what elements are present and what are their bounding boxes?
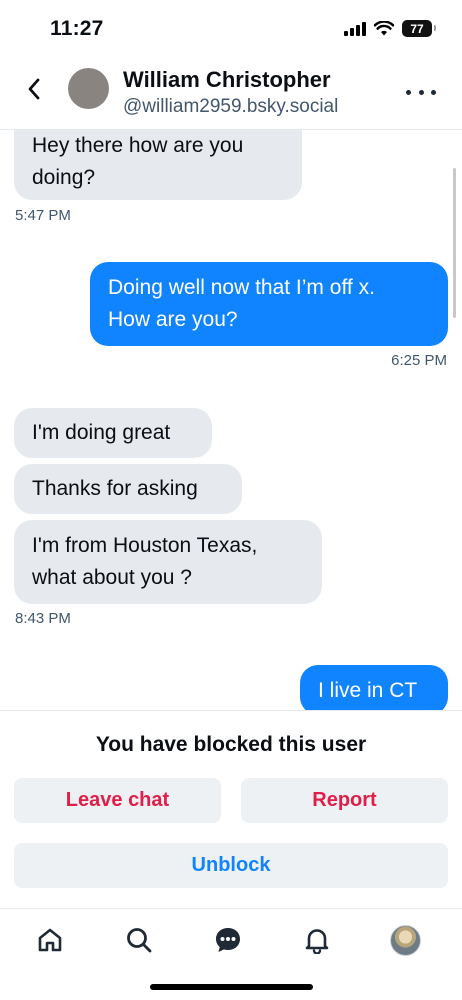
battery-icon: 77	[402, 20, 436, 37]
message-text-line: Doing well now that I’m off x.	[108, 276, 375, 299]
more-options-button[interactable]	[406, 82, 436, 102]
message-text-line: Hey there how are you	[32, 134, 244, 157]
status-bar: 11:27 77	[0, 0, 462, 58]
incoming-message[interactable]: Hey there how are you doing?	[14, 130, 302, 200]
incoming-message[interactable]: I'm from Houston Texas, what about you ?	[14, 520, 322, 604]
contact-handle[interactable]: @william2959.bsky.social	[123, 96, 338, 118]
wifi-icon	[374, 21, 394, 36]
avatar[interactable]	[68, 68, 109, 109]
status-time: 11:27	[50, 17, 104, 40]
incoming-message[interactable]: I'm doing great	[14, 408, 212, 458]
tab-search[interactable]	[122, 923, 156, 957]
message-text-line: I live in CT	[318, 679, 418, 702]
contact-name[interactable]: William Christopher	[123, 67, 331, 93]
message-list[interactable]: Hey there how are you doing? 5:47 PM Doi…	[0, 130, 462, 710]
back-button[interactable]	[22, 74, 46, 104]
bell-icon	[305, 929, 329, 954]
blocked-panel: You have blocked this user Leave chat Re…	[0, 710, 462, 908]
ellipsis-icon	[406, 89, 411, 95]
message-text-line: I'm from Houston Texas,	[32, 534, 258, 557]
search-icon	[127, 928, 152, 953]
message-timestamp: 5:47 PM	[15, 207, 71, 224]
outgoing-message[interactable]: Doing well now that I’m off x. How are y…	[90, 262, 448, 346]
chat-icon	[216, 928, 240, 952]
message-text-line: I'm doing great	[32, 421, 171, 444]
message-text-line: doing?	[32, 166, 96, 189]
status-icons: 77	[344, 20, 436, 37]
home-icon	[38, 928, 62, 952]
report-button[interactable]: Report	[241, 778, 448, 823]
tab-profile[interactable]	[388, 923, 422, 957]
home-indicator[interactable]	[150, 984, 313, 990]
tab-chat[interactable]	[211, 923, 245, 957]
chevron-left-icon	[28, 78, 40, 100]
unblock-button[interactable]: Unblock	[14, 843, 448, 888]
incoming-message[interactable]: Thanks for asking	[14, 464, 242, 514]
tab-home[interactable]	[33, 923, 67, 957]
ellipsis-dot	[418, 89, 424, 95]
message-timestamp: 6:25 PM	[391, 352, 447, 369]
bottom-tab-bar	[0, 908, 462, 1000]
leave-chat-button[interactable]: Leave chat	[14, 778, 221, 823]
conversation-header: William Christopher @william2959.bsky.so…	[0, 58, 462, 130]
scrollbar[interactable]	[453, 168, 456, 318]
message-text-line: How are you?	[108, 308, 238, 331]
blocked-notice: You have blocked this user	[95, 733, 367, 756]
profile-avatar	[389, 924, 421, 956]
message-timestamp: 8:43 PM	[15, 610, 71, 627]
tab-notifications[interactable]	[300, 923, 334, 957]
message-text-line: Thanks for asking	[32, 477, 198, 500]
cellular-signal-icon	[344, 21, 366, 36]
outgoing-message[interactable]: I live in CT	[300, 665, 448, 710]
message-text-line: what about you ?	[32, 566, 192, 589]
ellipsis-dot	[431, 89, 436, 95]
